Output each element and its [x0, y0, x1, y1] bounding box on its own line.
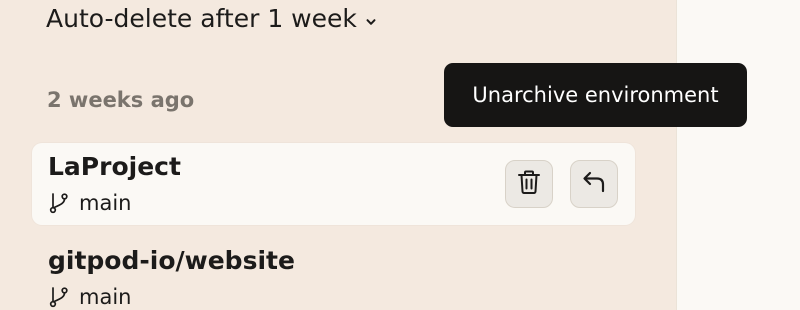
group-date-label: 2 weeks ago: [47, 88, 195, 112]
environment-item[interactable]: gitpod-io/website main: [32, 237, 635, 310]
branch-name: main: [79, 285, 132, 309]
undo-arrow-icon: [580, 168, 608, 200]
delete-button[interactable]: [505, 160, 553, 208]
auto-delete-dropdown[interactable]: Auto-delete after 1 week: [46, 2, 377, 34]
environment-name: LaProject: [48, 152, 181, 181]
auto-delete-label: Auto-delete after 1 week: [46, 3, 357, 33]
branch-name: main: [79, 191, 132, 215]
chevron-down-icon: [365, 5, 377, 34]
environment-branch: main: [48, 285, 131, 309]
environments-panel: Auto-delete after 1 week 2 weeks ago LaP…: [0, 0, 677, 310]
environment-item[interactable]: LaProject main: [32, 143, 635, 225]
git-branch-icon: [48, 192, 70, 214]
unarchive-button[interactable]: [570, 160, 618, 208]
trash-icon: [515, 168, 543, 200]
main-content-area: [677, 0, 800, 310]
git-branch-icon: [48, 286, 70, 308]
environment-name: gitpod-io/website: [48, 246, 295, 275]
unarchive-tooltip: Unarchive environment: [444, 63, 747, 127]
environment-branch: main: [48, 191, 131, 215]
